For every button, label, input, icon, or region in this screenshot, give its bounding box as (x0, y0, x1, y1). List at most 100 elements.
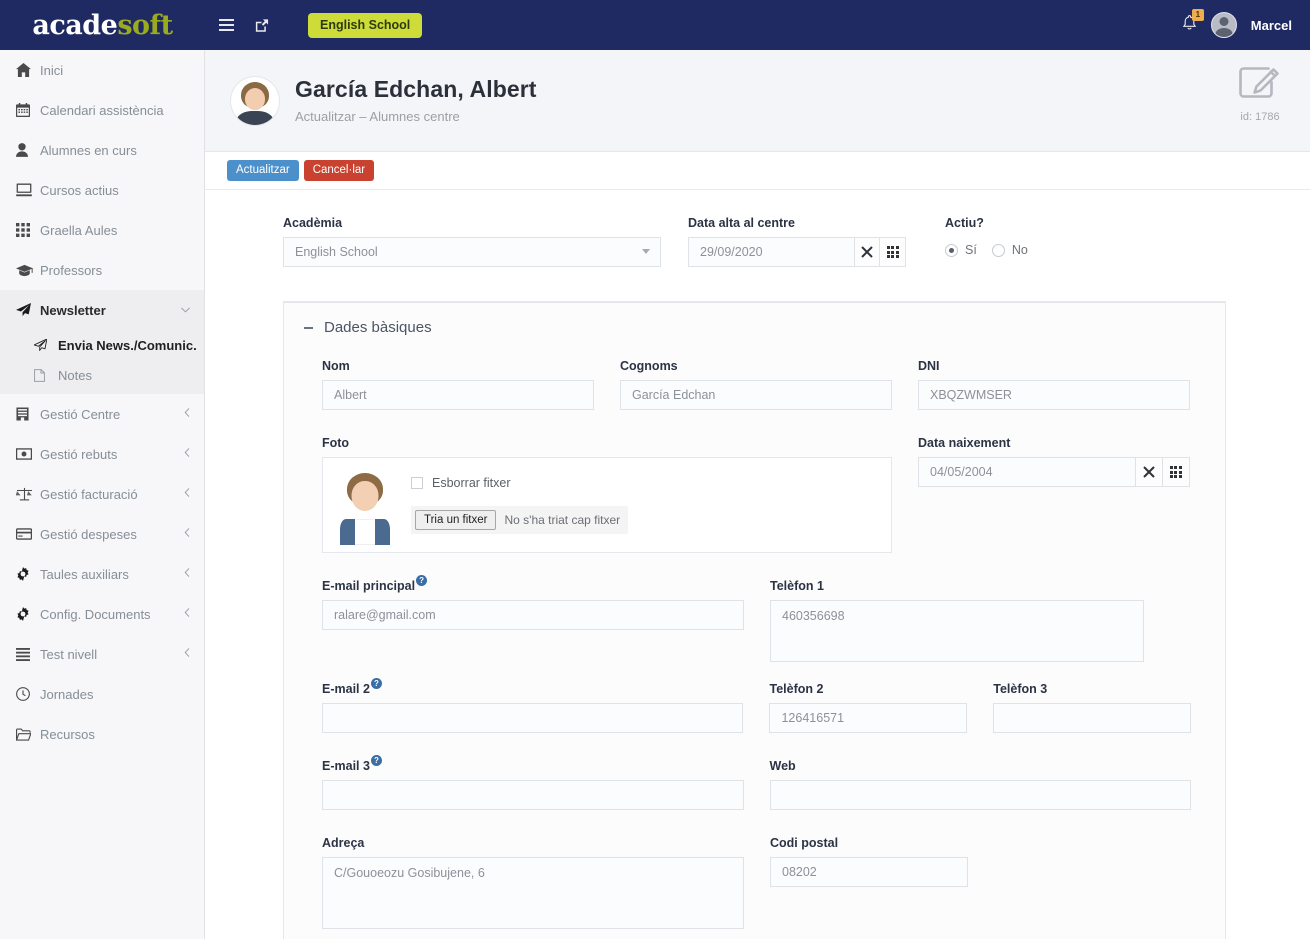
esborrar-fitxer-checkbox[interactable] (411, 477, 423, 489)
sidebar-label: Config. Documents (40, 606, 151, 622)
esborrar-fitxer-row: Esborrar fitxer (411, 476, 628, 490)
user-name-label[interactable]: Marcel (1251, 18, 1292, 33)
cognoms-input[interactable] (620, 380, 892, 410)
help-icon[interactable]: ? (370, 678, 382, 689)
sidebar-label: Inici (40, 62, 64, 78)
brand-logo[interactable]: acade soft (0, 0, 205, 50)
sidebar-item-gestio-centre[interactable]: Gestió Centre (0, 394, 204, 434)
sidebar-item-alumnes-en-curs[interactable]: Alumnes en curs (0, 130, 204, 170)
data-naixement-input[interactable] (918, 457, 1135, 487)
edit-square-icon (1238, 64, 1282, 107)
external-link-icon[interactable] (254, 18, 269, 33)
radio-actiu-si[interactable] (945, 243, 958, 257)
money-icon (16, 448, 40, 460)
minus-icon[interactable] (304, 326, 313, 329)
record-id-label: id: 1786 (1240, 111, 1280, 123)
edit-record-button[interactable]: id: 1786 (1238, 64, 1282, 123)
label-telefon3: Telèfon 3 (993, 682, 1048, 696)
form-area: Acadèmia Data alta al centre (205, 190, 1310, 939)
adreca-textarea[interactable] (322, 857, 744, 929)
field-email-principal: E-mail principal? (322, 575, 744, 662)
user-avatar[interactable] (1210, 12, 1237, 38)
clear-x-icon[interactable] (853, 237, 881, 267)
web-input[interactable] (769, 780, 1191, 810)
help-icon[interactable]: ? (416, 575, 428, 586)
panel-title: Dades bàsiques (324, 319, 432, 336)
grid-icon (16, 223, 40, 237)
calendar-grid-icon[interactable] (880, 237, 907, 267)
sidebar-newsletter-submenu: Envia News./Comunic. Notes (0, 330, 204, 394)
email-principal-input[interactable] (322, 600, 744, 630)
row-adreca: Adreça Codi postal (322, 836, 1191, 929)
codi-postal-input[interactable] (770, 857, 968, 887)
help-icon[interactable]: ? (370, 755, 382, 766)
page-title: García Edchan, Albert (295, 75, 537, 102)
panel-body: Nom Cognoms DNI Foto (284, 350, 1225, 939)
chevron-left-icon (184, 408, 190, 420)
sidebar-label: Professors (40, 262, 103, 278)
sidebar-item-gestio-rebuts[interactable]: Gestió rebuts (0, 434, 204, 474)
label-data-naixement: Data naixement (918, 436, 1011, 450)
field-telefon2: Telèfon 2 (769, 682, 968, 733)
sidebar-item-gestio-despeses[interactable]: Gestió despeses (0, 514, 204, 554)
label-adreca: Adreça (322, 836, 365, 850)
field-codi-postal: Codi postal (770, 836, 968, 929)
sidebar-label: Graella Aules (40, 222, 118, 238)
chevron-left-icon (184, 448, 190, 460)
label-nom: Nom (322, 359, 350, 373)
choose-file-button[interactable]: Tria un fitxer (415, 510, 497, 530)
page-header: García Edchan, Albert Actualitzar – Alum… (205, 50, 1310, 152)
sidebar: Inici Calendari assistència Alumnes en c… (0, 50, 205, 939)
sidebar-item-professors[interactable]: Professors (0, 250, 204, 290)
sidebar-item-recursos[interactable]: Recursos (0, 714, 204, 754)
calendar-icon (16, 103, 40, 117)
sidebar-item-test-nivell[interactable]: Test nivell (0, 634, 204, 674)
sidebar-item-gestio-facturacio[interactable]: Gestió facturació (0, 474, 204, 514)
sidebar-item-jornades[interactable]: Jornades (0, 674, 204, 714)
data-alta-input[interactable] (688, 237, 854, 267)
email3-input[interactable] (322, 780, 744, 810)
notifications-button[interactable]: 1 (1182, 8, 1204, 36)
field-telefon1: Telèfon 1 (770, 579, 1144, 662)
telefon1-textarea[interactable] (770, 600, 1144, 662)
dni-input[interactable] (918, 380, 1190, 410)
sidebar-item-config-documents[interactable]: Config. Documents (0, 594, 204, 634)
user-icon (16, 143, 40, 157)
field-telefon3: Telèfon 3 (993, 682, 1192, 733)
sidebar-item-cursos-actius[interactable]: Cursos actius (0, 170, 204, 210)
nom-input[interactable] (322, 380, 594, 410)
label-email2: E-mail 2? (322, 678, 743, 696)
sidebar-label: Test nivell (40, 646, 98, 662)
sidebar-item-notes[interactable]: Notes (0, 360, 204, 390)
sidebar-item-graella-aules[interactable]: Graella Aules (0, 210, 204, 250)
navbar-left-icons: English School (219, 12, 423, 38)
radio-actiu-no[interactable] (991, 243, 1005, 257)
notification-count-badge: 1 (1191, 8, 1204, 21)
folder-open-icon (16, 728, 40, 741)
school-badge[interactable]: English School (308, 12, 423, 38)
label-telefon2: Telèfon 2 (769, 682, 824, 696)
clear-x-icon[interactable] (1134, 457, 1163, 487)
sidebar-item-taules-auxiliars[interactable]: Taules auxiliars (0, 554, 204, 594)
sidebar-item-newsletter[interactable]: Newsletter (0, 290, 204, 330)
academia-select[interactable] (283, 237, 661, 267)
row-email2: E-mail 2? Telèfon 2 Telèfon 3 (322, 678, 1192, 733)
main-content: García Edchan, Albert Actualitzar – Alum… (205, 50, 1310, 939)
sidebar-item-inici[interactable]: Inici (0, 50, 204, 90)
academia-select-value[interactable] (283, 237, 661, 267)
calendar-grid-icon[interactable] (1162, 457, 1190, 487)
gear-icon (16, 607, 40, 621)
label-data-alta: Data alta al centre (688, 216, 795, 230)
telefon2-input[interactable] (769, 703, 968, 733)
sidebar-item-calendari-assistencia[interactable]: Calendari assistència (0, 90, 204, 130)
update-button[interactable]: Actualitzar (227, 160, 299, 181)
row-noms: Nom Cognoms DNI (322, 359, 1191, 410)
chevron-left-icon (184, 608, 190, 620)
hamburger-icon[interactable] (219, 19, 234, 31)
telefon3-input[interactable] (993, 703, 1192, 733)
cancel-button[interactable]: Cancel·lar (303, 160, 375, 181)
sidebar-item-envia-news[interactable]: Envia News./Comunic. (0, 330, 204, 360)
data-alta-group (688, 237, 907, 267)
email2-input[interactable] (322, 703, 744, 733)
brand-logo-second: soft (117, 9, 173, 41)
